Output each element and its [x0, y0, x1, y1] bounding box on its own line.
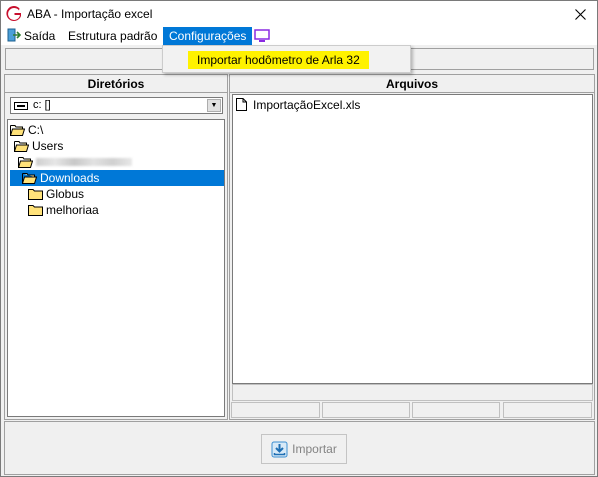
monitor-icon[interactable] — [254, 29, 270, 43]
action-bar: Importar — [4, 421, 595, 475]
tree-item-users[interactable]: Users — [14, 138, 63, 154]
tree-item-label: C:\ — [28, 123, 44, 137]
folder-open-icon — [22, 173, 37, 184]
tree-item-globus[interactable]: Globus — [28, 186, 84, 202]
files-panel: Arquivos ImportaçãoExcel.xls — [229, 74, 595, 420]
file-item-label: ImportaçãoExcel.xls — [253, 98, 361, 112]
status-row — [232, 384, 593, 401]
exit-icon — [7, 28, 21, 42]
directories-header: Diretórios — [5, 75, 227, 93]
tree-item-label: Globus — [46, 187, 85, 201]
menu-saida[interactable]: Saída — [1, 27, 61, 45]
folder-open-icon — [10, 125, 25, 136]
status-cell — [231, 402, 320, 418]
close-icon — [574, 8, 586, 20]
tree-item-label: Users — [32, 139, 64, 153]
drive-icon — [14, 102, 28, 110]
files-header: Arquivos — [230, 75, 594, 93]
folder-closed-icon — [28, 189, 43, 200]
menu-saida-label: Saída — [24, 29, 56, 43]
tree-item-label: melhoriaa — [46, 203, 99, 217]
chevron-down-icon[interactable]: ▼ — [207, 99, 221, 112]
file-item-importacaoexcel[interactable]: ImportaçãoExcel.xls — [236, 97, 360, 113]
window-title: ABA - Importação excel — [27, 7, 153, 21]
menu-configuracoes[interactable]: Configurações — [163, 27, 253, 45]
folder-open-icon — [14, 141, 29, 152]
import-button[interactable]: Importar — [261, 434, 347, 464]
tree-item-label: Downloads — [40, 171, 100, 185]
app-g-icon — [6, 6, 21, 22]
drive-select-value: c: [] — [33, 99, 51, 111]
redacted-username — [36, 158, 132, 166]
folder-closed-icon — [28, 205, 43, 216]
tree-item-user-folder[interactable] — [18, 154, 132, 170]
status-cell — [503, 402, 592, 418]
directory-tree[interactable]: C:\ Users Downloads Globus melhoriaa — [7, 119, 225, 417]
tree-item-melhoriaa[interactable]: melhoriaa — [28, 202, 99, 218]
tree-item-c-drive[interactable]: C:\ — [10, 122, 43, 138]
menu-estrutura-padrao[interactable]: Estrutura padrão — [62, 27, 163, 45]
file-list[interactable]: ImportaçãoExcel.xls — [232, 94, 593, 384]
status-bar — [230, 402, 594, 419]
tree-item-downloads[interactable]: Downloads — [10, 170, 224, 186]
directories-panel: Diretórios c: [] ▼ C:\ Users Downloads G… — [4, 74, 228, 420]
title-bar: ABA - Importação excel — [1, 1, 597, 28]
close-button[interactable] — [569, 3, 591, 25]
drive-select[interactable]: c: [] ▼ — [10, 97, 223, 114]
app-window: ABA - Importação excel Saída Estrutura p… — [0, 0, 598, 477]
folder-open-icon — [18, 157, 33, 168]
status-cell — [412, 402, 500, 418]
file-icon — [236, 98, 247, 111]
download-icon — [271, 441, 288, 457]
status-cell — [322, 402, 410, 418]
menu-bar: Saída Estrutura padrão Configurações — [1, 27, 597, 45]
configuracoes-dropdown: Importar hodômetro de Arla 32 — [162, 45, 411, 73]
menu-item-importar-hodometro[interactable]: Importar hodômetro de Arla 32 — [188, 51, 369, 69]
import-button-label: Importar — [292, 442, 337, 456]
